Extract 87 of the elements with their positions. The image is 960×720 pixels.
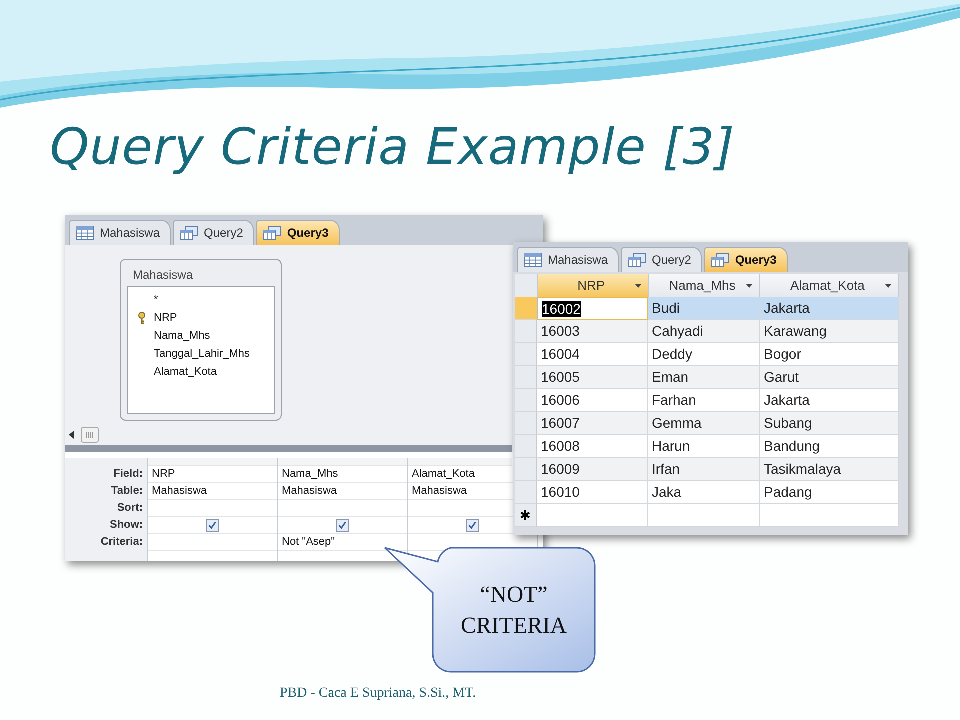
field-name[interactable]: Tanggal_Lahir_Mhs <box>154 348 250 360</box>
row-selector[interactable] <box>515 320 537 343</box>
table-cell: Harun <box>652 438 690 454</box>
table-cell: 16009 <box>541 461 580 477</box>
table-cell: Gemma <box>652 415 702 431</box>
table-cell: Cahyadi <box>652 323 704 339</box>
row-selector[interactable] <box>515 458 537 481</box>
table-cell: 16003 <box>541 323 580 339</box>
field-name[interactable]: NRP <box>154 312 178 324</box>
table-cell: Subang <box>764 415 812 431</box>
field-name[interactable]: * <box>154 294 158 306</box>
document-tab[interactable]: Query3 <box>256 220 340 245</box>
query-icon <box>180 226 198 240</box>
table-cell: 16005 <box>541 369 580 385</box>
table-cell: Karawang <box>764 323 828 339</box>
grid-cell-text: Mahasiswa <box>152 485 208 497</box>
dropdown-arrow-icon[interactable] <box>634 284 642 288</box>
field-list-title: Mahasiswa <box>132 267 194 284</box>
document-tab[interactable]: Mahasiswa <box>69 220 172 245</box>
column-header[interactable]: Nama_Mhs <box>648 274 760 297</box>
callout-text: “NOT” <box>480 580 548 609</box>
document-tab[interactable]: Query2 <box>621 247 702 272</box>
document-tab[interactable]: Mahasiswa <box>517 247 620 272</box>
table-icon <box>76 226 94 240</box>
select-all-corner[interactable] <box>515 274 538 297</box>
table-cell: Bogor <box>764 346 802 362</box>
table-cell: 16006 <box>541 392 580 408</box>
dropdown-arrow-icon[interactable] <box>885 284 892 288</box>
row-selector[interactable] <box>515 343 537 366</box>
query-icon <box>263 226 282 240</box>
table-cell: 16010 <box>541 484 580 500</box>
row-selector[interactable] <box>515 412 537 435</box>
row-selector[interactable] <box>515 366 537 389</box>
table-cell: Padang <box>764 484 812 500</box>
grid-cell-text: NRP <box>152 468 176 480</box>
field-name[interactable]: Nama_Mhs <box>154 330 210 342</box>
table-cell: 16008 <box>541 438 580 454</box>
table-cell: 16007 <box>541 415 580 431</box>
new-row-marker: ✱ <box>520 508 531 522</box>
column-header[interactable]: Alamat_Kota <box>760 274 900 297</box>
table-cell: Budi <box>652 300 680 316</box>
table-cell: Garut <box>764 369 800 385</box>
document-tab[interactable]: Query3 <box>704 247 788 272</box>
query-icon <box>711 253 730 267</box>
grid-row-label: Show: <box>110 518 143 533</box>
grid-cell-text: Not "Asep" <box>282 536 336 548</box>
table-cell: Eman <box>652 369 689 385</box>
callout-text: CRITERIA <box>460 612 568 640</box>
table-cell: Deddy <box>652 346 692 362</box>
field-name[interactable]: Alamat_Kota <box>154 366 217 378</box>
slide-footer: PBD - Caca E Supriana, S.Si., MT. <box>280 686 476 702</box>
grid-cell-text: Nama_Mhs <box>282 468 338 480</box>
dropdown-arrow-icon[interactable] <box>746 284 754 288</box>
show-checkbox[interactable] <box>466 518 479 532</box>
table-cell: Farhan <box>652 392 696 408</box>
grid-cell-text: Alamat_Kota <box>412 468 475 480</box>
table-cell: Jaka <box>652 484 682 500</box>
row-selector[interactable] <box>515 389 537 412</box>
table-cell: 16002 <box>542 300 581 316</box>
row-selector[interactable]: ✱ <box>515 504 537 527</box>
table-icon <box>524 253 542 267</box>
document-tab[interactable]: Query2 <box>173 220 254 245</box>
query-icon <box>628 253 646 267</box>
slide-title: Query Criteria Example [3] <box>50 118 736 176</box>
table-cell: Irfan <box>652 461 680 477</box>
column-header[interactable]: NRP <box>538 274 649 297</box>
grid-row-label: Sort: <box>117 501 143 516</box>
grid-row-label: Field: <box>114 467 143 482</box>
column-selector[interactable] <box>408 458 512 466</box>
row-selector[interactable] <box>515 435 537 458</box>
grid-row-label: Table: <box>111 484 143 499</box>
row-selector[interactable] <box>515 481 537 504</box>
table-cell: Bandung <box>764 438 820 454</box>
grid-cell-text: Mahasiswa <box>282 485 338 497</box>
show-checkbox[interactable] <box>206 518 219 532</box>
table-cell: Jakarta <box>764 300 810 316</box>
scroll-thumb-icon[interactable] <box>81 427 99 443</box>
row-selector[interactable] <box>515 297 537 320</box>
table-cell: 16004 <box>541 346 580 362</box>
scroll-left-icon[interactable] <box>67 430 77 440</box>
grid-row-label: Criteria: <box>100 535 143 550</box>
column-selector[interactable] <box>278 458 407 466</box>
table-cell: Tasikmalaya <box>764 461 842 477</box>
table-cell: Jakarta <box>764 392 810 408</box>
show-checkbox[interactable] <box>336 518 349 532</box>
column-selector[interactable] <box>148 458 277 466</box>
grid-cell-text: Mahasiswa <box>412 485 468 497</box>
